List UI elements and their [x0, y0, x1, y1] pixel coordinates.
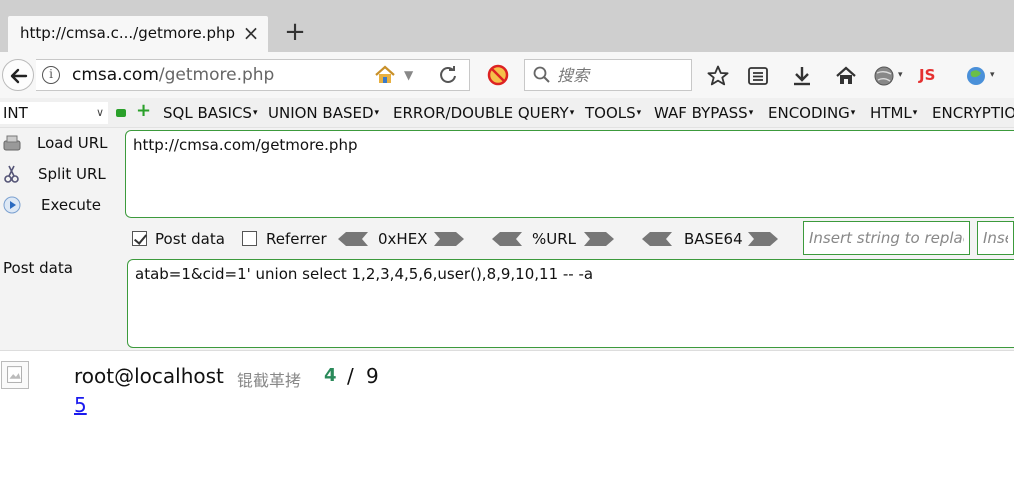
post-data-checkbox-label: Post data — [155, 230, 225, 248]
menu-tools[interactable]: TOOLS▾ — [585, 104, 641, 122]
translate-icon[interactable] — [964, 64, 988, 88]
hackbar-panel: Load URL Split URL Execute http://cmsa.c… — [0, 128, 1014, 351]
execute-label: Execute — [41, 196, 101, 214]
tab-strip: http://cmsa.c.../getmore.php × + — [0, 0, 1014, 52]
globe-icon[interactable] — [872, 64, 896, 88]
post-data-checkbox[interactable] — [132, 231, 147, 246]
replace-with-input[interactable] — [977, 221, 1014, 255]
minus-icon[interactable] — [116, 109, 126, 117]
menu-html[interactable]: HTML▾ — [870, 104, 917, 122]
noscript-block-icon[interactable] — [487, 64, 509, 86]
plus-icon[interactable]: + — [136, 102, 151, 120]
load-url-label: Load URL — [37, 134, 108, 152]
chevron-down-icon: ∨ — [95, 106, 104, 119]
close-icon[interactable]: × — [241, 23, 261, 44]
url-textarea[interactable]: http://cmsa.com/getmore.php — [125, 130, 1014, 218]
arrow-right-icon[interactable] — [434, 232, 464, 246]
arrow-left-icon[interactable] — [642, 232, 672, 246]
arrow-right-icon[interactable] — [748, 232, 778, 246]
execute-button[interactable]: Execute — [0, 193, 120, 219]
split-url-label: Split URL — [38, 165, 106, 183]
tab-title: http://cmsa.c.../getmore.php — [20, 24, 235, 42]
arrow-left-icon[interactable] — [492, 232, 522, 246]
base64-label: BASE64 — [684, 230, 743, 248]
new-tab-button[interactable]: + — [283, 19, 307, 46]
post-data-label: Post data — [3, 259, 73, 277]
load-url-icon — [3, 135, 21, 151]
search-icon — [533, 66, 550, 83]
browser-tab[interactable]: http://cmsa.c.../getmore.php × — [8, 16, 268, 52]
menu-waf-bypass[interactable]: WAF BYPASS▾ — [654, 104, 753, 122]
type-select-value: INT — [3, 104, 28, 122]
result-user: root@localhost — [74, 364, 224, 388]
referrer-checkbox-label: Referrer — [266, 230, 327, 248]
page-separator: / — [347, 364, 354, 388]
current-page: 4 — [324, 365, 337, 386]
search-bar[interactable] — [524, 59, 692, 91]
menu-encryption[interactable]: ENCRYPTION — [932, 104, 1014, 122]
info-icon[interactable]: i — [42, 66, 60, 84]
chevron-down-icon[interactable]: ▼ — [404, 68, 413, 82]
total-pages: 9 — [366, 364, 379, 388]
next-page-link[interactable]: 5 — [74, 393, 87, 417]
url-path: /getmore.php — [158, 65, 275, 85]
back-arrow-icon — [10, 68, 28, 84]
url-host: cmsa.com — [72, 65, 159, 85]
broken-image-icon — [1, 361, 29, 389]
arrow-right-icon[interactable] — [584, 232, 614, 246]
type-select[interactable]: INT ∨ — [0, 102, 108, 124]
url-bar[interactable]: i cmsa.com/getmore.php ▼ — [36, 59, 470, 91]
play-icon — [3, 196, 21, 214]
chevron-down-icon[interactable]: ▾ — [990, 70, 995, 80]
menu-union-based[interactable]: UNION BASED▾ — [268, 104, 379, 122]
url-encode-label: %URL — [532, 230, 577, 248]
reload-icon[interactable] — [438, 65, 458, 85]
home-icon[interactable] — [374, 64, 396, 86]
js-toggle-button[interactable]: JS — [919, 66, 935, 84]
back-button[interactable] — [2, 59, 34, 91]
menu-error-double-query[interactable]: ERROR/DOUBLE QUERY▾ — [393, 104, 574, 122]
split-url-button[interactable]: Split URL — [0, 162, 120, 188]
menu-sql-basics[interactable]: SQL BASICS▾ — [163, 104, 257, 122]
url-text[interactable]: cmsa.com/getmore.php — [72, 65, 274, 85]
result-garbled-text: 锟截革拷 — [237, 371, 302, 390]
menu-encoding[interactable]: ENCODING▾ — [768, 104, 855, 122]
hex-label: 0xHEX — [378, 230, 428, 248]
star-icon[interactable] — [706, 64, 730, 88]
arrow-left-icon[interactable] — [338, 232, 368, 246]
download-icon[interactable] — [790, 64, 814, 88]
home-button-icon[interactable] — [834, 64, 858, 88]
chevron-down-icon[interactable]: ▾ — [898, 70, 903, 80]
hackbar-toolbar: INT ∨ + SQL BASICS▾ UNION BASED▾ ERROR/D… — [0, 98, 1014, 128]
search-input[interactable] — [557, 64, 687, 86]
load-url-button[interactable]: Load URL — [0, 131, 120, 157]
scissors-icon — [4, 165, 19, 183]
reading-list-icon[interactable] — [746, 64, 770, 88]
post-data-textarea[interactable]: atab=1&cid=1' union select 1,2,3,4,5,6,u… — [127, 259, 1014, 348]
referrer-checkbox[interactable] — [242, 231, 257, 246]
replace-string-input[interactable] — [803, 221, 970, 255]
